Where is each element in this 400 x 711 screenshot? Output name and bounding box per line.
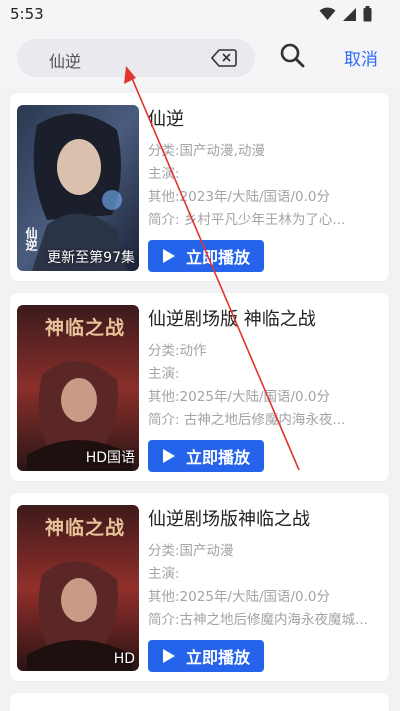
result-category: 分类:国产动漫,动漫: [148, 143, 265, 159]
quality-badge: HD国语: [85, 450, 135, 466]
play-button[interactable]: 立即播放: [148, 240, 264, 272]
quality-badge: HD: [113, 651, 135, 667]
poster-title-text: 神临之战: [45, 317, 126, 339]
poster-image[interactable]: 仙逆 更新至第97集: [17, 105, 139, 271]
result-cast: 主演:: [148, 166, 180, 182]
play-button[interactable]: 立即播放: [148, 440, 264, 472]
result-title[interactable]: 仙逆剧场版神临之战: [148, 505, 380, 531]
result-category: 分类:国产动漫: [148, 543, 234, 559]
play-icon: [162, 449, 175, 463]
status-icons: [319, 6, 372, 22]
result-cast: 主演:: [148, 566, 180, 582]
play-button-label: 立即播放: [185, 648, 250, 667]
clear-input-icon[interactable]: [211, 48, 237, 68]
result-card-partial[interactable]: [10, 693, 389, 711]
result-card[interactable]: 神临之战 HD国语 仙逆剧场版 神临之战 分类:动作 主演: 其他:2025年/…: [10, 293, 389, 481]
status-time: 5:53: [10, 5, 44, 23]
result-card[interactable]: 仙逆 更新至第97集 仙逆 分类:国产动漫,动漫 主演: 其他:2023年/大陆…: [10, 93, 389, 281]
search-icon[interactable]: [279, 42, 305, 68]
result-other: 其他:2025年/大陆/国语/0.0分: [148, 389, 331, 405]
result-title[interactable]: 仙逆: [148, 105, 380, 131]
status-bar: 5:53: [0, 0, 400, 30]
search-bar: 仙逆 取消: [0, 30, 400, 88]
play-button[interactable]: 立即播放: [148, 640, 264, 672]
result-intro: 简介:古神之地后修魔内海永夜魔城...: [148, 612, 368, 628]
signal-icon: [343, 7, 356, 21]
play-icon: [162, 649, 175, 663]
result-other: 其他:2023年/大陆/国语/0.0分: [148, 189, 331, 205]
episode-badge: 更新至第97集: [47, 250, 135, 266]
play-icon: [162, 249, 175, 263]
poster-image[interactable]: 神临之战 HD国语: [17, 305, 139, 471]
poster-title-text: 神临之战: [45, 517, 126, 539]
play-button-label: 立即播放: [185, 448, 250, 467]
result-other: 其他:2025年/大陆/国语/0.0分: [148, 589, 331, 605]
result-category: 分类:动作: [148, 343, 207, 359]
search-input[interactable]: 仙逆: [17, 39, 255, 77]
result-title[interactable]: 仙逆剧场版 神临之战: [148, 305, 380, 331]
result-cast: 主演:: [148, 366, 180, 382]
poster-logo-text: 仙逆: [24, 227, 38, 251]
poster-image[interactable]: 神临之战 HD: [17, 505, 139, 671]
battery-icon: [363, 6, 372, 22]
cancel-button[interactable]: 取消: [344, 45, 378, 70]
play-button-label: 立即播放: [185, 248, 250, 267]
result-intro: 简介: 古神之地后修魔内海永夜...: [148, 412, 346, 428]
result-intro: 简介: 乡村平凡少年王林为了心...: [148, 212, 346, 228]
wifi-icon: [319, 7, 336, 20]
result-card[interactable]: 神临之战 HD 仙逆剧场版神临之战 分类:国产动漫 主演: 其他:2025年/大…: [10, 493, 389, 681]
search-query-text: 仙逆: [49, 52, 82, 71]
